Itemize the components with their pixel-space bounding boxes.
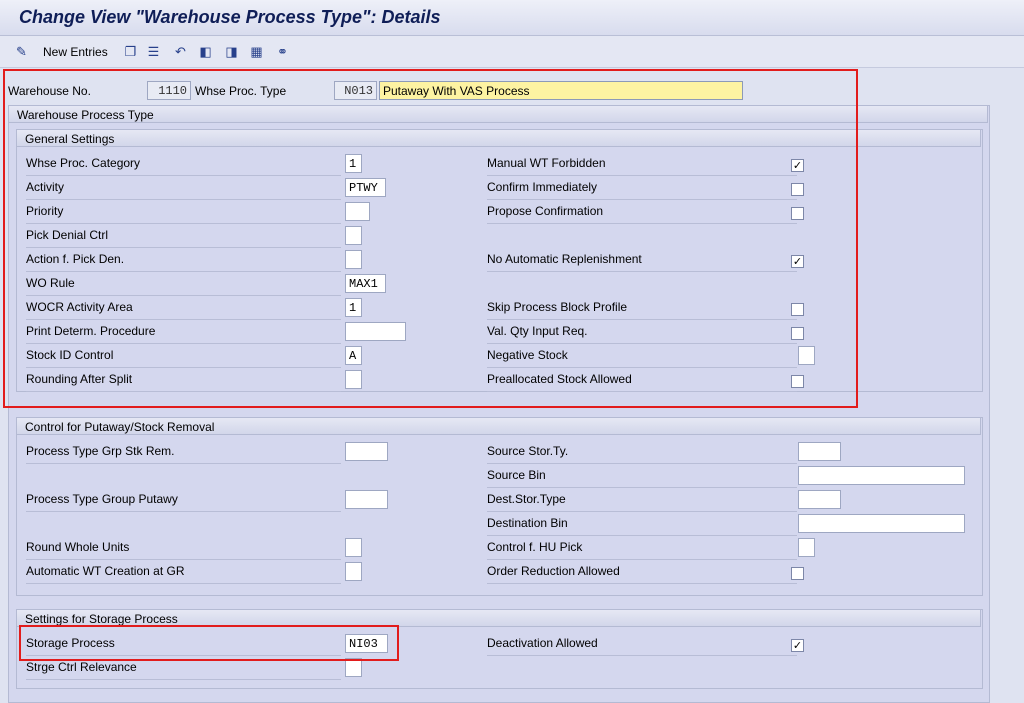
glasses-icon[interactable]: ⚭ (275, 44, 290, 59)
application-toolbar: ✎ New Entries ❐ ☰ ↶ ◧ ◨ ▦ ⚭ (0, 36, 1024, 68)
title-bar: Change View "Warehouse Process Type": De… (0, 0, 1024, 36)
label-round-whole-units: Round Whole Units (26, 537, 341, 560)
select-all-icon[interactable]: ▦ (249, 44, 264, 59)
order-reduction-allowed-checkbox[interactable] (791, 567, 804, 580)
display-change-icon[interactable]: ✎ (14, 44, 29, 59)
window-title: Change View "Warehouse Process Type": De… (19, 7, 441, 27)
label-process-type-grp-stk-rem: Process Type Grp Stk Rem. (26, 441, 341, 464)
new-entries-button[interactable]: New Entries (43, 45, 108, 59)
label-dest-stor-type: Dest.Stor.Type (487, 489, 797, 512)
delete-icon[interactable]: ☰ (146, 44, 161, 59)
process-type-group-putawy-field[interactable] (345, 490, 388, 509)
source-bin-field[interactable] (798, 466, 965, 485)
label-automatic-wt-creation-gr: Automatic WT Creation at GR (26, 561, 341, 584)
label-source-stor-ty: Source Stor.Ty. (487, 441, 797, 464)
deactivation-allowed-checkbox[interactable]: ✓ (791, 639, 804, 652)
control-hu-pick-field[interactable] (798, 538, 815, 557)
label-source-bin: Source Bin (487, 465, 797, 488)
label-destination-bin: Destination Bin (487, 513, 797, 536)
previous-entry-icon[interactable]: ◧ (198, 44, 213, 59)
putaway-control-title: Control for Putaway/Stock Removal (16, 417, 981, 435)
putaway-control-group: Control for Putaway/Stock Removal Proces… (16, 417, 983, 596)
process-type-grp-stk-rem-field[interactable] (345, 442, 388, 461)
copy-icon[interactable]: ❐ (123, 44, 138, 59)
destination-bin-field[interactable] (798, 514, 965, 533)
source-stor-ty-field[interactable] (798, 442, 841, 461)
round-whole-units-field[interactable] (345, 538, 362, 557)
automatic-wt-creation-gr-field[interactable] (345, 562, 362, 581)
label-control-hu-pick: Control f. HU Pick (487, 537, 797, 560)
next-entry-icon[interactable]: ◨ (224, 44, 239, 59)
highlight-box-storage-process (19, 625, 399, 661)
highlight-box-general (3, 69, 858, 408)
label-order-reduction-allowed: Order Reduction Allowed (487, 561, 797, 584)
label-process-type-group-putawy: Process Type Group Putawy (26, 489, 341, 512)
dest-stor-type-field[interactable] (798, 490, 841, 509)
undo-icon[interactable]: ↶ (173, 44, 188, 59)
label-deactivation-allowed: Deactivation Allowed (487, 633, 797, 656)
